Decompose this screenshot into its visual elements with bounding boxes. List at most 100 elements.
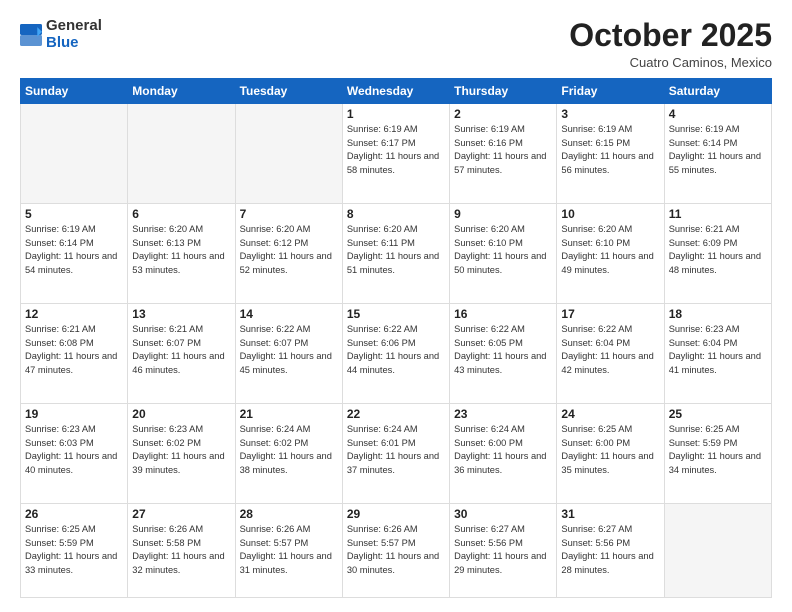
logo-text: General Blue bbox=[46, 18, 102, 51]
day-number: 7 bbox=[240, 207, 338, 221]
calendar-cell: 19Sunrise: 6:23 AM Sunset: 6:03 PM Dayli… bbox=[21, 404, 128, 504]
day-number: 1 bbox=[347, 107, 445, 121]
calendar-cell: 25Sunrise: 6:25 AM Sunset: 5:59 PM Dayli… bbox=[664, 404, 771, 504]
day-info: Sunrise: 6:24 AM Sunset: 6:01 PM Dayligh… bbox=[347, 423, 445, 477]
calendar-cell: 27 Sunrise: 6:26 AM Sunset: 5:58 PM Dayli… bbox=[128, 504, 235, 598]
day-info: Sunrise: 6:24 AM Sunset: 6:02 PM Dayligh… bbox=[240, 423, 338, 477]
day-number: 28 bbox=[240, 507, 338, 521]
day-info: Sunrise: 6:22 AM Sunset: 6:07 PM Dayligh… bbox=[240, 323, 338, 377]
day-info: Sunrise: 6:21 AM Sunset: 6:08 PM Dayligh… bbox=[25, 323, 123, 377]
calendar-cell: 4 Sunrise: 6:19 AM Sunset: 6:14 PM Daylig… bbox=[664, 104, 771, 204]
day-number: 10 bbox=[561, 207, 659, 221]
day-info: Sunrise: 6:19 AM Sunset: 6:15 PM Dayligh… bbox=[561, 123, 659, 177]
calendar-cell: 22 Sunrise: 6:24 AM Sunset: 6:01 PM Dayli… bbox=[342, 404, 449, 504]
day-number: 3 bbox=[561, 107, 659, 121]
day-info: Sunrise: 6:25 AM Sunset: 6:00 PM Dayligh… bbox=[561, 423, 659, 477]
calendar-cell: 5 Sunrise: 6:19 AM Sunset: 6:14 PM Daylig… bbox=[21, 204, 128, 304]
col-tuesday: Tuesday bbox=[235, 79, 342, 104]
calendar-cell: 2 Sunrise: 6:19 AM Sunset: 6:16 PM Daylig… bbox=[450, 104, 557, 204]
day-number: 4 bbox=[669, 107, 767, 121]
col-sunday: Sunday bbox=[21, 79, 128, 104]
calendar-cell bbox=[128, 104, 235, 204]
day-number: 26 bbox=[25, 507, 123, 521]
day-info: Sunrise: 6:22 AM Sunset: 6:05 PM Dayligh… bbox=[454, 323, 552, 377]
location: Cuatro Caminos, Mexico bbox=[569, 55, 772, 70]
calendar-cell: 21 Sunrise: 6:24 AM Sunset: 6:02 PM Dayli… bbox=[235, 404, 342, 504]
calendar-cell: 17 Sunrise: 6:22 AM Sunset: 6:04 PM Dayli… bbox=[557, 304, 664, 404]
calendar-cell: 29 Sunrise: 6:26 AM Sunset: 5:57 PM Dayli… bbox=[342, 504, 449, 598]
col-monday: Monday bbox=[128, 79, 235, 104]
day-info: Sunrise: 6:19 AM Sunset: 6:17 PM Dayligh… bbox=[347, 123, 445, 177]
col-friday: Friday bbox=[557, 79, 664, 104]
day-number: 9 bbox=[454, 207, 552, 221]
day-number: 17 bbox=[561, 307, 659, 321]
day-number: 6 bbox=[132, 207, 230, 221]
day-info: Sunrise: 6:20 AM Sunset: 6:10 PM Dayligh… bbox=[561, 223, 659, 277]
day-number: 16 bbox=[454, 307, 552, 321]
day-info: Sunrise: 6:25 AM Sunset: 5:59 PM Dayligh… bbox=[25, 523, 123, 577]
calendar-page: General Blue October 2025 Cuatro Caminos… bbox=[0, 0, 792, 612]
calendar-cell bbox=[664, 504, 771, 598]
day-number: 31 bbox=[561, 507, 659, 521]
calendar-cell: 15Sunrise: 6:22 AM Sunset: 6:06 PM Dayli… bbox=[342, 304, 449, 404]
day-info: Sunrise: 6:19 AM Sunset: 6:16 PM Dayligh… bbox=[454, 123, 552, 177]
calendar-cell: 14 Sunrise: 6:22 AM Sunset: 6:07 PM Dayli… bbox=[235, 304, 342, 404]
day-info: Sunrise: 6:19 AM Sunset: 6:14 PM Dayligh… bbox=[669, 123, 767, 177]
col-saturday: Saturday bbox=[664, 79, 771, 104]
calendar-cell: 9 Sunrise: 6:20 AM Sunset: 6:10 PM Daylig… bbox=[450, 204, 557, 304]
calendar-cell: 28 Sunrise: 6:26 AM Sunset: 5:57 PM Dayli… bbox=[235, 504, 342, 598]
calendar-cell: 30Sunrise: 6:27 AM Sunset: 5:56 PM Dayli… bbox=[450, 504, 557, 598]
day-info: Sunrise: 6:20 AM Sunset: 6:10 PM Dayligh… bbox=[454, 223, 552, 277]
title-block: October 2025 Cuatro Caminos, Mexico bbox=[569, 18, 772, 70]
day-info: Sunrise: 6:21 AM Sunset: 6:09 PM Dayligh… bbox=[669, 223, 767, 277]
col-thursday: Thursday bbox=[450, 79, 557, 104]
day-info: Sunrise: 6:26 AM Sunset: 5:57 PM Dayligh… bbox=[240, 523, 338, 577]
day-info: Sunrise: 6:20 AM Sunset: 6:12 PM Dayligh… bbox=[240, 223, 338, 277]
calendar-cell: 24Sunrise: 6:25 AM Sunset: 6:00 PM Dayli… bbox=[557, 404, 664, 504]
day-number: 21 bbox=[240, 407, 338, 421]
day-number: 25 bbox=[669, 407, 767, 421]
day-number: 12 bbox=[25, 307, 123, 321]
calendar-cell: 8Sunrise: 6:20 AM Sunset: 6:11 PM Daylig… bbox=[342, 204, 449, 304]
calendar-cell: 11 Sunrise: 6:21 AM Sunset: 6:09 PM Dayli… bbox=[664, 204, 771, 304]
col-wednesday: Wednesday bbox=[342, 79, 449, 104]
calendar-cell: 31 Sunrise: 6:27 AM Sunset: 5:56 PM Dayli… bbox=[557, 504, 664, 598]
calendar-cell: 23 Sunrise: 6:24 AM Sunset: 6:00 PM Dayli… bbox=[450, 404, 557, 504]
day-number: 2 bbox=[454, 107, 552, 121]
day-info: Sunrise: 6:19 AM Sunset: 6:14 PM Dayligh… bbox=[25, 223, 123, 277]
calendar-cell: 6Sunrise: 6:20 AM Sunset: 6:13 PM Daylig… bbox=[128, 204, 235, 304]
calendar-cell: 12 Sunrise: 6:21 AM Sunset: 6:08 PM Dayli… bbox=[21, 304, 128, 404]
day-number: 11 bbox=[669, 207, 767, 221]
calendar-cell: 3 Sunrise: 6:19 AM Sunset: 6:15 PM Daylig… bbox=[557, 104, 664, 204]
day-info: Sunrise: 6:23 AM Sunset: 6:04 PM Dayligh… bbox=[669, 323, 767, 377]
day-number: 29 bbox=[347, 507, 445, 521]
header: General Blue October 2025 Cuatro Caminos… bbox=[20, 18, 772, 70]
day-info: Sunrise: 6:26 AM Sunset: 5:58 PM Dayligh… bbox=[132, 523, 230, 577]
day-info: Sunrise: 6:22 AM Sunset: 6:04 PM Dayligh… bbox=[561, 323, 659, 377]
day-number: 5 bbox=[25, 207, 123, 221]
day-number: 27 bbox=[132, 507, 230, 521]
day-number: 13 bbox=[132, 307, 230, 321]
calendar-cell: 16 Sunrise: 6:22 AM Sunset: 6:05 PM Dayli… bbox=[450, 304, 557, 404]
day-info: Sunrise: 6:20 AM Sunset: 6:11 PM Dayligh… bbox=[347, 223, 445, 277]
day-info: Sunrise: 6:26 AM Sunset: 5:57 PM Dayligh… bbox=[347, 523, 445, 577]
day-info: Sunrise: 6:27 AM Sunset: 5:56 PM Dayligh… bbox=[561, 523, 659, 577]
calendar-cell: 18 Sunrise: 6:23 AM Sunset: 6:04 PM Dayli… bbox=[664, 304, 771, 404]
day-info: Sunrise: 6:27 AM Sunset: 5:56 PM Dayligh… bbox=[454, 523, 552, 577]
calendar-table: Sunday Monday Tuesday Wednesday Thursday… bbox=[20, 78, 772, 598]
logo-icon bbox=[20, 24, 42, 46]
day-number: 15 bbox=[347, 307, 445, 321]
day-number: 14 bbox=[240, 307, 338, 321]
calendar-cell: 10 Sunrise: 6:20 AM Sunset: 6:10 PM Dayli… bbox=[557, 204, 664, 304]
calendar-cell: 1 Sunrise: 6:19 AM Sunset: 6:17 PM Daylig… bbox=[342, 104, 449, 204]
calendar-header-row: Sunday Monday Tuesday Wednesday Thursday… bbox=[21, 79, 772, 104]
day-info: Sunrise: 6:21 AM Sunset: 6:07 PM Dayligh… bbox=[132, 323, 230, 377]
day-number: 18 bbox=[669, 307, 767, 321]
day-number: 22 bbox=[347, 407, 445, 421]
calendar-cell: 7 Sunrise: 6:20 AM Sunset: 6:12 PM Daylig… bbox=[235, 204, 342, 304]
day-number: 23 bbox=[454, 407, 552, 421]
day-number: 20 bbox=[132, 407, 230, 421]
day-info: Sunrise: 6:24 AM Sunset: 6:00 PM Dayligh… bbox=[454, 423, 552, 477]
calendar-cell: 26 Sunrise: 6:25 AM Sunset: 5:59 PM Dayli… bbox=[21, 504, 128, 598]
day-info: Sunrise: 6:23 AM Sunset: 6:03 PM Dayligh… bbox=[25, 423, 123, 477]
